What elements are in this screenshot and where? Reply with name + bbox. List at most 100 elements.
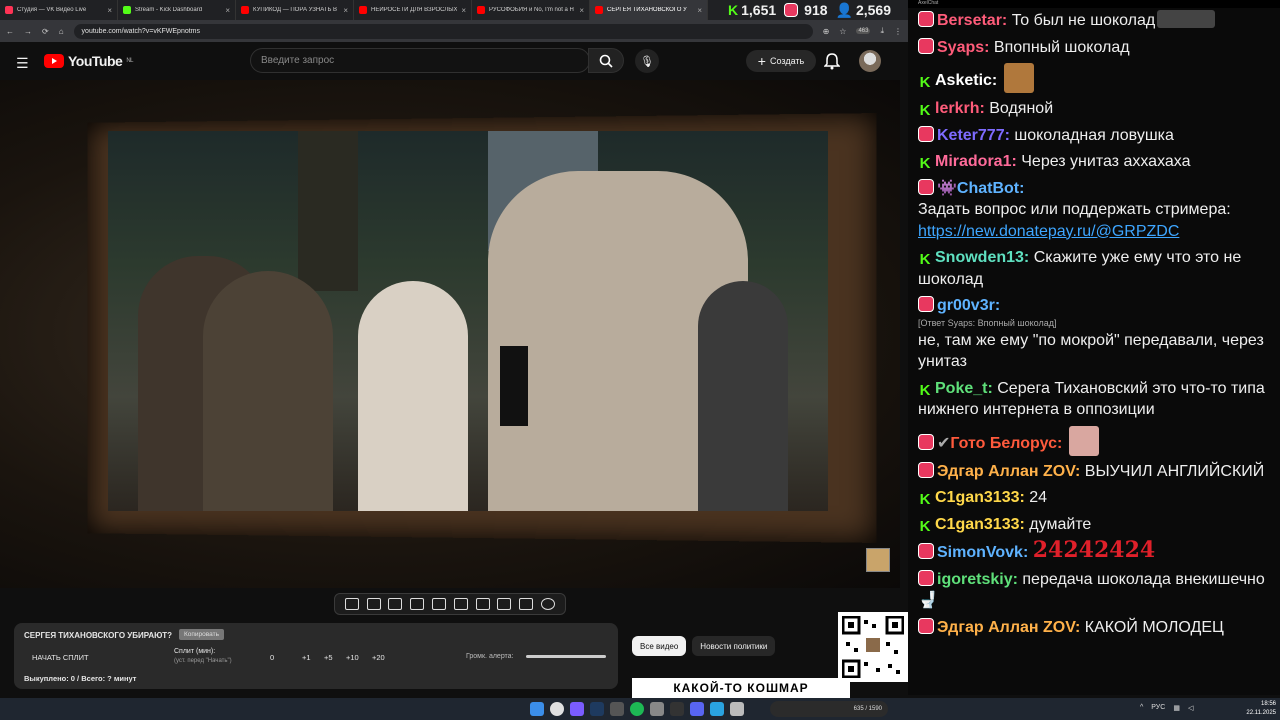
forward-icon[interactable]: → [24, 27, 32, 36]
tab-5-active[interactable]: СЕРГЕЯ ТИХАНОВСКОГО У × [590, 0, 708, 20]
chat-nick[interactable]: C1gan3133: [935, 489, 1025, 506]
extension-icon[interactable]: 463 [856, 28, 871, 34]
close-icon[interactable]: × [107, 6, 112, 15]
windows-start-icon[interactable] [530, 702, 544, 716]
settings-icon[interactable] [610, 702, 624, 716]
search-input[interactable]: Введите запрос [250, 48, 590, 73]
home-icon[interactable]: ⌂ [59, 27, 64, 36]
chat-text: ВЫУЧИЛ АНГЛИЙСКИЙ [1084, 462, 1265, 480]
chat-nick[interactable]: Эдгар Аллан ZOV: [937, 463, 1080, 480]
chat-nick[interactable]: Keter777: [937, 127, 1010, 144]
emote-image [1068, 425, 1099, 456]
close-icon[interactable]: × [697, 6, 702, 15]
recommended-thumbnail[interactable]: КАКОЙ-ТО КОШМАР [632, 678, 850, 698]
chat-nick[interactable]: igoretskiy: [937, 571, 1018, 588]
plus-5-button[interactable]: +5 [324, 653, 333, 662]
chat-text: шоколадная ловушка [1014, 126, 1174, 144]
hamburger-menu-icon[interactable]: ☰ [16, 55, 29, 72]
chat-nick[interactable]: Miradora1: [935, 153, 1017, 170]
gear-icon[interactable] [541, 598, 556, 610]
clapper-icon[interactable] [410, 598, 425, 610]
tab-0[interactable]: Студия — VK Видео Live × [0, 0, 118, 20]
chat-nick[interactable]: SimonVovk: [937, 544, 1028, 561]
close-icon[interactable]: × [225, 6, 230, 15]
voice-search-button[interactable]: 🎙 [635, 49, 659, 73]
app-icon[interactable] [730, 702, 744, 716]
create-button[interactable]: + Создать [746, 50, 816, 72]
zoom-icon[interactable]: ⊕ [823, 27, 830, 36]
chat-nick[interactable]: C1gan3133: [935, 516, 1025, 533]
chat-message: K C1gan3133: 24 [918, 487, 1270, 509]
alert-volume-slider[interactable] [526, 655, 606, 658]
system-clock[interactable]: 18:56 22.11.2025 [1236, 698, 1276, 720]
emote-image [1003, 63, 1034, 93]
search-button[interactable] [588, 48, 624, 73]
star-icon[interactable]: ☆ [839, 27, 846, 36]
vk-live-icon [918, 569, 934, 586]
app-icon[interactable] [570, 702, 584, 716]
tab-1[interactable]: Stream - Kick Dashboard × [118, 0, 236, 20]
vk-live-icon [918, 178, 934, 195]
broadcast-icon[interactable] [366, 598, 381, 610]
language-indicator[interactable]: РУС [1151, 704, 1165, 712]
avatar[interactable] [859, 50, 881, 72]
close-icon[interactable]: × [461, 6, 466, 15]
reload-icon[interactable]: ⟳ [42, 27, 49, 36]
loop-icon[interactable] [344, 598, 359, 610]
clock-date: 22.11.2025 [1246, 710, 1276, 716]
captions-icon[interactable] [388, 598, 403, 610]
close-icon[interactable]: × [579, 6, 584, 15]
spotify-icon[interactable] [630, 702, 644, 716]
url-text: youtube.com/watch?v=vKFWEpnotms [81, 27, 201, 35]
copy-button[interactable]: Копировать [179, 629, 224, 640]
add-screen-icon[interactable] [497, 598, 512, 610]
youtube-play-icon [44, 54, 64, 68]
tab-4[interactable]: РУСОФОБИЯ и No, I'm not a H × [472, 0, 590, 20]
tab-2[interactable]: КУПИКОД — ПОРА УЗНАТЬ В × [236, 0, 354, 20]
chat-nick[interactable]: Bersetar: [937, 12, 1007, 29]
obs-icon[interactable] [670, 702, 684, 716]
chat-nick[interactable]: Snowden13: [935, 249, 1029, 266]
plus-10-button[interactable]: +10 [346, 653, 359, 662]
chat-nick[interactable]: Гото Белорус: [950, 435, 1062, 452]
donate-link[interactable]: https://new.donatepay.ru/@GRPZDC [918, 223, 1179, 240]
chat-nick[interactable]: lerkrh: [935, 100, 985, 117]
camera-icon[interactable] [519, 598, 534, 610]
telegram-icon[interactable] [710, 702, 724, 716]
chip-politics-news[interactable]: Новости политики [692, 636, 776, 656]
download-icon[interactable]: ⤓ [880, 26, 884, 36]
back-icon[interactable]: ← [6, 27, 14, 36]
start-split-button[interactable]: НАЧАТЬ СПЛИТ [32, 653, 89, 662]
network-icon[interactable]: ▦ [1173, 704, 1180, 712]
steam-icon[interactable] [590, 702, 604, 716]
chat-nick[interactable]: 👾ChatBot: [937, 180, 1024, 197]
discord-icon[interactable] [690, 702, 704, 716]
chat-nick[interactable]: Эдгар Аллан ZOV: [937, 619, 1080, 636]
chat-message: K C1gan3133: думайте [918, 514, 1270, 536]
chat-nick[interactable]: Syaps: [937, 39, 989, 56]
chat-nick[interactable]: Poke_t: [935, 380, 993, 397]
chat-text: Впопный шоколад [993, 38, 1130, 56]
thumbnail-caption: КАКОЙ-ТО КОШМАР [673, 681, 809, 695]
menu-dots-icon[interactable]: ⋮ [894, 27, 902, 36]
plus-20-button[interactable]: +20 [372, 653, 385, 662]
clock-time: 18:56 [1260, 701, 1276, 707]
channel-thumbnail[interactable] [866, 548, 890, 572]
speed-icon[interactable] [475, 598, 490, 610]
volume-icon[interactable]: ◁ [1188, 704, 1193, 712]
chevron-up-icon[interactable]: ^ [1140, 704, 1143, 712]
plus-1-button[interactable]: +1 [302, 653, 311, 662]
chip-all-videos[interactable]: Все видео [632, 636, 687, 656]
chrome-icon[interactable] [550, 702, 564, 716]
app-icon[interactable] [650, 702, 664, 716]
close-icon[interactable]: × [343, 6, 348, 15]
notifications-bell-icon[interactable] [823, 52, 841, 75]
tab-3[interactable]: НЕЙРОСЕТИ ДЛЯ ВЗРОСЛЫХ × [354, 0, 472, 20]
person-icon: 👤 [835, 1, 853, 18]
url-field[interactable]: youtube.com/watch?v=vKFWEpnotms [73, 23, 813, 39]
picture-in-picture-icon[interactable] [432, 598, 447, 610]
chat-nick[interactable]: gr00v3r: [937, 297, 1000, 314]
youtube-logo[interactable]: YouTube NL [44, 53, 133, 69]
chat-nick[interactable]: Asketic: [935, 72, 997, 89]
filmstrip-icon[interactable] [453, 598, 468, 610]
